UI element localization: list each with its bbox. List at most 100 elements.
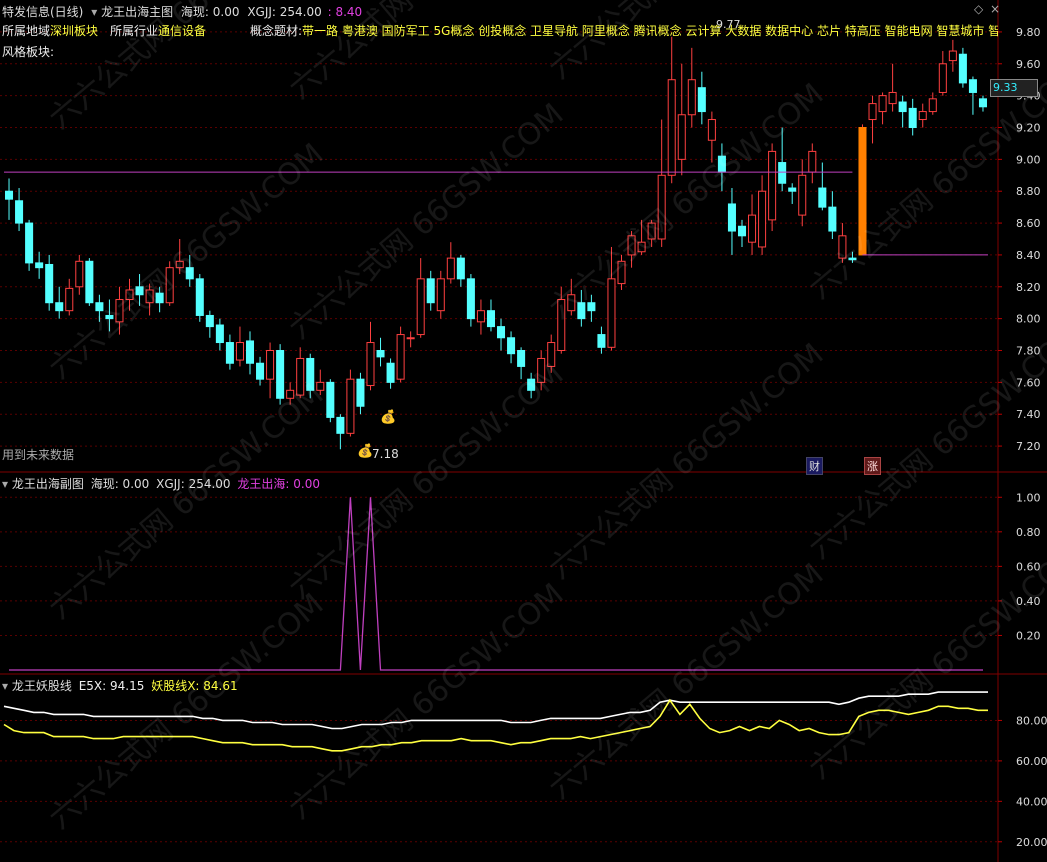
candle-body xyxy=(497,326,506,339)
candle-body xyxy=(908,107,917,128)
sub2-dropdown-icon[interactable]: ▾ xyxy=(2,679,8,693)
concept-label: 概念题材: xyxy=(250,24,303,38)
chart-canvas: 9.809.609.409.209.008.808.608.408.208.00… xyxy=(0,0,1047,862)
main-tick-label: 7.40 xyxy=(1016,408,1041,421)
main-hai-label: 海现: 0.00 xyxy=(180,5,240,19)
candle-body xyxy=(808,150,817,173)
candle-body xyxy=(456,257,465,280)
watermark-text: 六六公式网 66GSW.COM xyxy=(283,97,571,346)
candle-body xyxy=(677,114,686,160)
candle-body xyxy=(85,260,94,304)
candle-body xyxy=(878,95,887,113)
candle-body xyxy=(276,350,285,399)
indicator-dropdown-icon[interactable]: ▾ xyxy=(91,5,97,19)
money-bag-icon-low: 💰 xyxy=(357,444,374,459)
candle-body xyxy=(898,101,907,113)
candle-body xyxy=(486,310,495,328)
watermark-layer: 六六公式网 66GSW.COM六六公式网 66GSW.COM六六公式网 66GS… xyxy=(43,0,1047,836)
main-tick-label: 9.00 xyxy=(1016,153,1041,166)
watermark-text: 六六公式网 66GSW.COM xyxy=(283,357,571,606)
main-tick-label: 7.20 xyxy=(1016,440,1041,453)
region-label: 所属地域 xyxy=(2,24,51,38)
candle-body xyxy=(958,53,967,84)
watermark-text: 六六公式网 66GSW.COM xyxy=(803,317,1047,566)
candle-body xyxy=(326,381,335,418)
candle-body xyxy=(507,337,516,355)
main-title-bar: 特发信息(日线) ▾ 龙王出海主图 海现: 0.00 XGJJ: 254.00 … xyxy=(2,5,363,19)
candle-body xyxy=(205,314,214,328)
candle-body xyxy=(346,378,355,434)
candle-body xyxy=(266,350,275,380)
candle-body xyxy=(798,174,807,216)
style-label: 风格板块: xyxy=(2,45,55,59)
future-data-note: 用到未来数据 xyxy=(2,448,75,462)
candle-body xyxy=(45,263,54,304)
candle-body xyxy=(687,79,696,116)
candle-body xyxy=(5,190,14,200)
candle-body xyxy=(406,337,415,340)
sub1-tick-label: 0.20 xyxy=(1016,629,1041,642)
candle-body xyxy=(336,416,345,434)
candle-body xyxy=(667,79,676,176)
candle-body xyxy=(195,278,204,316)
concept-info: 概念题材:带一路 粤港澳 国防军工 5G概念 创投概念 卫星导航 阿里概念 腾讯… xyxy=(250,22,998,39)
sub2-yao-label: 妖股线X: 84.61 xyxy=(151,679,238,693)
expand-diamond-icon[interactable]: ◇ xyxy=(974,2,983,16)
last-price-box: 9.33 xyxy=(990,79,1038,97)
candle-body xyxy=(737,225,747,237)
candle-body xyxy=(416,278,425,336)
candle-body xyxy=(697,87,706,113)
candle-body xyxy=(928,98,937,113)
sub1-title-bar: ▾ 龙王出海副图 海现: 0.00 XGJJ: 254.00 龙王出海: 0.0… xyxy=(2,475,320,492)
candle-body xyxy=(235,342,244,361)
candle-body xyxy=(15,200,24,224)
candle-body xyxy=(748,214,757,243)
close-x-icon[interactable]: × xyxy=(990,2,1000,16)
sub1-dropdown-icon[interactable]: ▾ xyxy=(2,477,8,491)
candle-body xyxy=(968,79,977,93)
high-price-label: 9.77 xyxy=(716,18,741,31)
sub2-tick-label: 20.00 xyxy=(1016,836,1047,849)
candle-body xyxy=(65,287,74,312)
candle-body xyxy=(366,342,375,387)
candle-body xyxy=(225,342,234,364)
candle-body xyxy=(386,362,395,383)
industry-label: 所属行业 xyxy=(110,24,159,38)
candle-body xyxy=(727,203,736,232)
sub1-xgjj-label: XGJJ: 254.00 xyxy=(156,477,231,491)
watermark-text: 六六公式网 66GSW.COM xyxy=(543,77,831,326)
main-tick-label: 8.60 xyxy=(1016,217,1041,230)
candle-body xyxy=(707,119,716,141)
stock-name: 特发信息(日线) xyxy=(2,5,84,19)
watermark-text: 六六公式网 66GSW.COM xyxy=(803,537,1047,786)
candle-body xyxy=(778,162,787,184)
candle-body xyxy=(436,278,445,312)
watermark-text: 六六公式网 66GSW.COM xyxy=(543,337,831,586)
candle-body xyxy=(215,324,224,344)
candle-body xyxy=(758,190,767,248)
watermark-text: 六六公式网 66GSW.COM xyxy=(43,0,331,136)
main-tick-label: 8.40 xyxy=(1016,249,1041,262)
candle-body xyxy=(938,63,947,93)
candle-body xyxy=(75,260,84,288)
candle-body xyxy=(245,340,255,364)
watermark-text: 六六公式网 66GSW.COM xyxy=(543,557,831,806)
finance-badge[interactable]: 财 xyxy=(806,457,823,475)
candle-body xyxy=(818,187,827,208)
candle-body xyxy=(597,334,606,348)
candle-body xyxy=(768,150,777,221)
main-tick-label: 9.80 xyxy=(1016,26,1041,39)
region-info: 所属地域深圳板块 xyxy=(2,22,98,39)
industry-value: 通信设备 xyxy=(158,24,207,38)
candle-body xyxy=(446,257,455,280)
candle-body xyxy=(55,302,64,312)
sub2-name: 龙王妖股线 xyxy=(11,679,72,693)
main-tick-label: 8.20 xyxy=(1016,281,1041,294)
sub2-tick-label: 60.00 xyxy=(1016,755,1047,768)
main-tick-label: 8.00 xyxy=(1016,313,1041,326)
sub1-hai-label: 海现: 0.00 xyxy=(90,477,150,491)
candle-body xyxy=(476,310,485,323)
main-value: 8.40 xyxy=(335,5,363,19)
limit-up-badge[interactable]: 涨 xyxy=(864,457,881,475)
sub1-series-label: 龙王出海: 0.00 xyxy=(237,477,320,491)
